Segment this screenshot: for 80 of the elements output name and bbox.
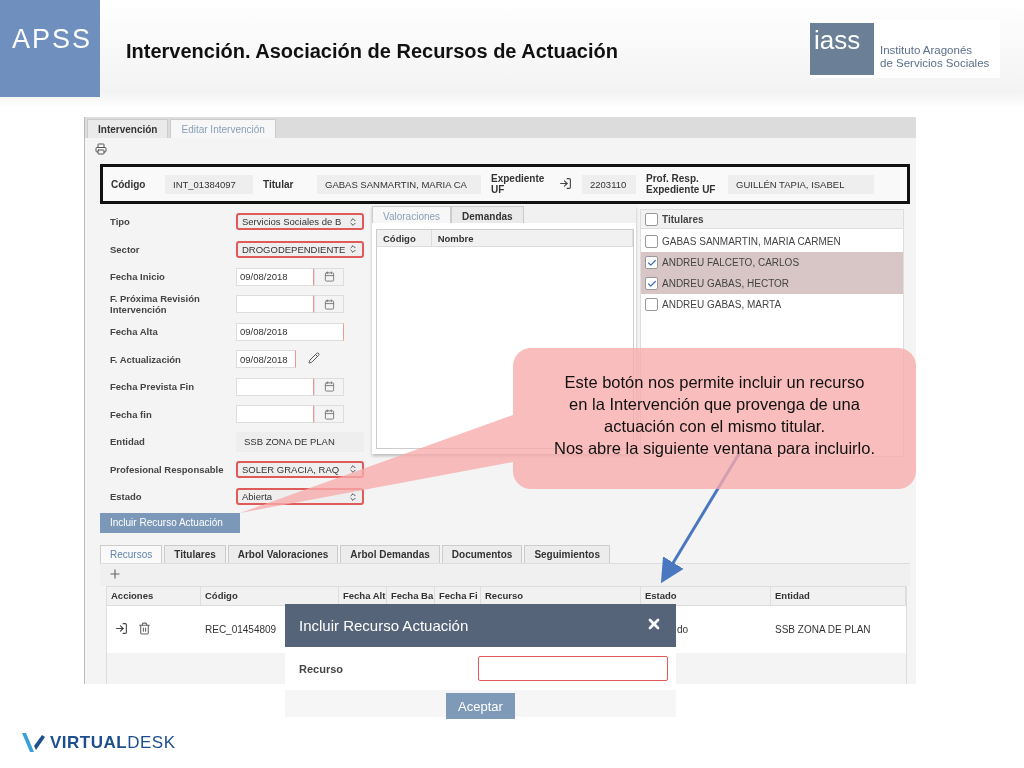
checkbox[interactable] [645, 256, 658, 269]
summary-value: 2203110 [582, 174, 636, 194]
checkbox[interactable] [645, 298, 658, 311]
summary-label: Titular [263, 178, 295, 190]
holder-name: ANDREU FALCETO, CARLOS [662, 257, 800, 268]
field-label: Profesional Responsable [110, 463, 225, 475]
field-label: Recurso [299, 662, 344, 675]
field-label: Entidad [110, 436, 146, 448]
field-label: Fecha Inicio [110, 271, 166, 283]
checkbox[interactable] [645, 235, 658, 248]
pencil-icon[interactable] [308, 352, 320, 367]
dialog-title: Incluir Recurso Actuación [299, 617, 469, 634]
field-label: Estado [110, 491, 143, 503]
summary-label: Expediente UF [491, 173, 546, 195]
holder-name: ANDREU GABAS, HECTOR [662, 278, 790, 289]
slide-badge: APSS [0, 0, 100, 97]
summary-label: Código [111, 178, 147, 190]
summary-value: INT_01384097 [165, 174, 253, 194]
table-cell: REC_01454809 [205, 623, 277, 635]
logo-mark: iass [810, 23, 874, 75]
select-field[interactable]: Servicios Sociales de B [236, 213, 364, 231]
holder-name: GABAS SANMARTIN, MARIA CARMEN [662, 236, 841, 247]
calendar-button[interactable] [314, 405, 344, 424]
summary-value: GABAS SANMARTIN, MARIA CA [317, 174, 481, 194]
field-label: Fecha fin [110, 408, 153, 420]
tab[interactable]: Intervención [87, 119, 169, 138]
column-header: Acciones [107, 586, 201, 605]
date-field: 09/08/2018 [236, 322, 344, 341]
select-field[interactable]: SOLER GRACIA, RAQ [236, 460, 364, 478]
calendar-button[interactable] [314, 377, 344, 396]
checkbox[interactable] [645, 212, 658, 226]
calendar-icon [323, 381, 335, 393]
field-label: Sector [110, 243, 141, 255]
checkbox[interactable] [645, 277, 658, 290]
tab[interactable]: Documentos [441, 544, 523, 563]
entity-field: SSB ZONA DE PLAN [236, 431, 364, 452]
select-field[interactable]: DROGODEPENDIENTE [236, 240, 364, 258]
table-cell: do [677, 623, 689, 635]
field-label: Tipo [110, 216, 131, 228]
column-header: Titulares [662, 213, 704, 225]
column-header: Nombre [431, 230, 633, 246]
summary-label: Prof. Resp. Expediente UF [646, 173, 717, 195]
tab[interactable]: Recursos [100, 544, 163, 563]
table-cell: SSB ZONA DE PLAN [775, 623, 871, 635]
calendar-icon [323, 408, 335, 420]
calendar-icon [323, 298, 335, 310]
date-field[interactable] [236, 295, 314, 314]
date-field[interactable]: 09/08/2018 [236, 267, 314, 286]
date-field[interactable] [236, 377, 314, 396]
dropdown-arrows-icon [348, 491, 358, 502]
enter-icon[interactable] [559, 176, 572, 192]
calendar-button[interactable] [314, 267, 344, 286]
tab[interactable]: Seguimientos [524, 544, 610, 563]
holder-name: ANDREU GABAS, MARTA [662, 299, 782, 310]
date-field[interactable] [236, 405, 314, 424]
field-label: Fecha Prevista Fin [110, 381, 195, 393]
tab[interactable]: Demandas [451, 206, 524, 223]
tab[interactable]: Titulares [164, 544, 226, 563]
field-label: F. Actualización [110, 353, 182, 365]
tab[interactable]: Arbol Demandas [340, 544, 440, 563]
logo-text: Instituto Aragonés de Servicios Sociales [880, 44, 990, 70]
dropdown-arrows-icon [348, 216, 358, 227]
callout-text: Este botón nos permite incluir un recurso en la Intervención que provenga de una actuación con el mismo titular. Nos abre la siguiente ventana para incluirlo. [554, 371, 875, 459]
calendar-icon [323, 271, 335, 283]
column-header: Entidad [771, 586, 906, 605]
field-label: Fecha Alta [110, 326, 159, 338]
print-icon[interactable] [95, 143, 107, 157]
enter-icon[interactable] [115, 621, 128, 637]
date-field: 09/08/2018 [236, 350, 296, 369]
tab[interactable]: Arbol Valoraciones [227, 544, 339, 563]
column-header: Código [377, 230, 432, 246]
field-label: F. Próxima Revisión Intervención [110, 293, 201, 316]
slide-title: Intervención. Asociación de Recursos de Actuación [126, 40, 619, 63]
summary-value: GUILLÉN TAPIA, ISABEL [728, 174, 874, 194]
resource-field[interactable] [478, 656, 668, 681]
dropdown-arrows-icon [348, 244, 358, 255]
dropdown-arrows-icon [348, 464, 358, 475]
calendar-button[interactable] [314, 295, 344, 314]
footer-logo: VIRTUALDESK [50, 733, 176, 753]
delete-icon[interactable] [138, 621, 151, 637]
